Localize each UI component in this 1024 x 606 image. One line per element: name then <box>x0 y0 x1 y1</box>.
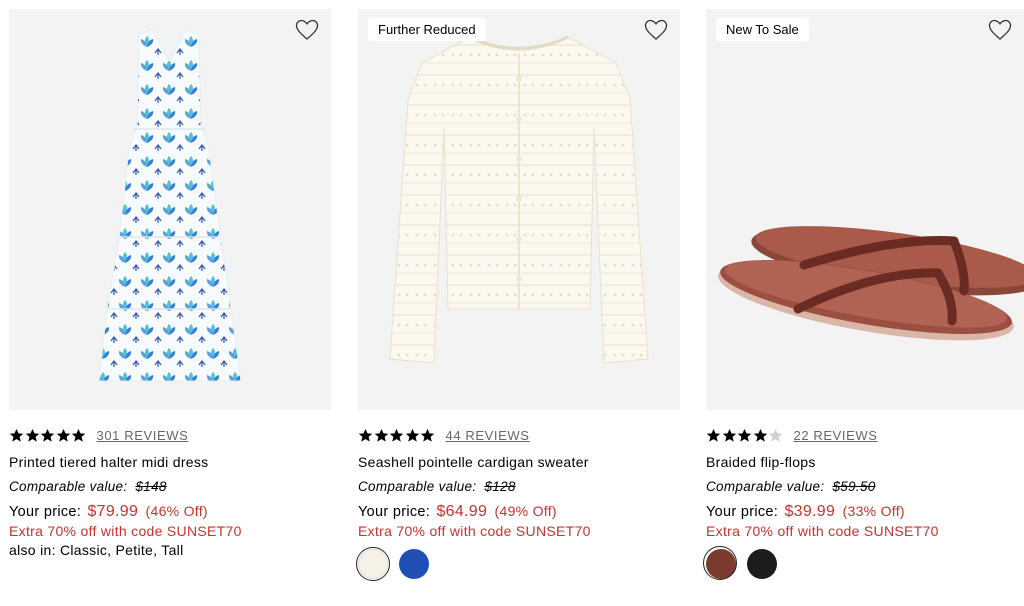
star-rating <box>706 428 784 443</box>
comparable-price: $59.50 <box>832 479 876 494</box>
dress-illustration <box>98 28 242 382</box>
comparable-price: $128 <box>484 479 516 494</box>
color-swatch-black[interactable] <box>747 549 777 579</box>
product-image-dress[interactable] <box>9 9 331 410</box>
product-card: New To Sale 22 REVIEWS Braided flip-flop… <box>703 9 1024 580</box>
reviews-link[interactable]: 22 REVIEWS <box>794 428 878 443</box>
comparable-price: $148 <box>135 479 167 494</box>
sale-price: $39.99 <box>784 503 836 520</box>
star-icon <box>420 428 435 442</box>
comparable-label: Comparable value: <box>9 479 128 494</box>
wishlist-heart-icon[interactable] <box>644 19 668 41</box>
product-card: Further Reduced 44 REVIEWS Seashell poin… <box>356 9 680 581</box>
promo-code-text: Extra 70% off with code SUNSET70 <box>9 523 242 539</box>
price-label: Your price: <box>358 504 431 520</box>
reviews-link[interactable]: 44 REVIEWS <box>446 428 530 443</box>
wishlist-heart-icon[interactable] <box>295 19 319 41</box>
star-icon <box>56 428 70 442</box>
cardigan-illustration <box>389 35 649 364</box>
comparable-value: Comparable value: $128 <box>358 479 680 494</box>
also-in-sizes: also in: Classic, Petite, Tall <box>9 542 184 558</box>
further-reduced-badge: Further Reduced <box>368 18 486 41</box>
rating-row: 44 REVIEWS <box>358 425 680 445</box>
color-swatch-ivory[interactable] <box>356 547 390 581</box>
new-to-sale-badge: New To Sale <box>716 18 809 41</box>
price-row: Your price: $79.99 (46% Off) <box>9 503 331 521</box>
product-image-cardigan[interactable]: Further Reduced <box>358 9 680 410</box>
promo-code-text: Extra 70% off with code SUNSET70 <box>358 523 591 539</box>
star-icon <box>389 428 404 442</box>
product-image-flip-flops[interactable]: New To Sale <box>706 9 1024 410</box>
star-icon <box>358 428 373 442</box>
wishlist-heart-icon[interactable] <box>988 19 1012 41</box>
star-icon <box>9 428 24 442</box>
star-icon <box>753 428 767 442</box>
star-icon <box>722 428 736 442</box>
comparable-label: Comparable value: <box>358 479 477 494</box>
comparable-label: Comparable value: <box>706 479 825 494</box>
star-rating <box>358 428 436 443</box>
color-swatches <box>703 546 1024 580</box>
star-icon <box>706 428 721 442</box>
star-icon <box>737 428 752 442</box>
star-icon <box>374 428 388 442</box>
price-label: Your price: <box>9 504 82 520</box>
star-rating <box>9 428 87 443</box>
product-name[interactable]: Printed tiered halter midi dress <box>9 454 331 470</box>
sale-price: $64.99 <box>436 503 488 520</box>
reviews-link[interactable]: 301 REVIEWS <box>97 428 189 443</box>
star-empty-icon <box>768 428 783 442</box>
color-swatch-blue[interactable] <box>399 549 429 579</box>
rating-row: 22 REVIEWS <box>706 425 1024 445</box>
product-grid: 301 REVIEWS Printed tiered halter midi d… <box>0 0 1024 606</box>
star-icon <box>71 428 86 442</box>
color-swatch-brown[interactable] <box>703 546 737 580</box>
rating-row: 301 REVIEWS <box>9 425 331 445</box>
sale-price: $79.99 <box>87 503 139 520</box>
price-row: Your price: $64.99 (49% Off) <box>358 503 680 521</box>
product-name[interactable]: Braided flip-flops <box>706 454 1024 470</box>
color-swatches <box>356 547 680 581</box>
price-row: Your price: $39.99 (33% Off) <box>706 503 1024 521</box>
star-icon <box>25 428 39 442</box>
discount-percent: (49% Off) <box>494 503 557 519</box>
comparable-value: Comparable value: $59.50 <box>706 479 1024 494</box>
product-card: 301 REVIEWS Printed tiered halter midi d… <box>9 9 331 558</box>
star-icon <box>40 428 55 442</box>
flip-flops-illustration <box>718 226 1024 341</box>
discount-percent: (33% Off) <box>842 503 905 519</box>
star-icon <box>405 428 419 442</box>
comparable-value: Comparable value: $148 <box>9 479 331 494</box>
discount-percent: (46% Off) <box>145 503 208 519</box>
promo-code-text: Extra 70% off with code SUNSET70 <box>706 523 939 539</box>
price-label: Your price: <box>706 504 779 520</box>
product-name[interactable]: Seashell pointelle cardigan sweater <box>358 454 680 470</box>
